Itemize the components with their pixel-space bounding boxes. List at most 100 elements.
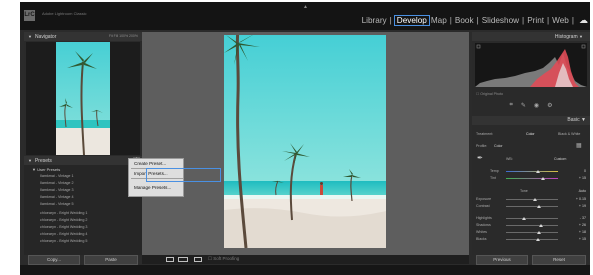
module-slideshow[interactable]: Slideshow — [481, 16, 520, 25]
previous-button[interactable]: Previous — [476, 255, 528, 265]
main-photo — [224, 35, 386, 248]
preset-item[interactable]: Ilamkmai - Vintage 4 — [40, 195, 74, 199]
module-map[interactable]: Map — [430, 16, 448, 25]
tint-value[interactable]: + 15 — [579, 176, 586, 180]
compare-icon[interactable] — [194, 257, 202, 262]
module-print[interactable]: Print — [526, 16, 545, 25]
module-web[interactable]: Web — [551, 16, 570, 25]
presets-header[interactable]: ▼Presets + — [24, 156, 142, 165]
presets-title: Presets — [34, 158, 52, 164]
profile-label: Profile: — [476, 144, 488, 148]
blacks-label: Blacks — [476, 237, 487, 241]
shadows-value[interactable]: + 26 — [579, 223, 586, 227]
reset-button[interactable]: Reset — [532, 255, 586, 265]
basic-title: Basic — [567, 117, 580, 123]
wb-label: WB: — [506, 157, 513, 161]
toolbar: ☐ Soft Proofing — [142, 255, 469, 264]
original-photo-checkbox[interactable]: ☐ Original Photo — [476, 92, 503, 96]
wb-select[interactable]: Custom — [554, 157, 566, 161]
profile-select[interactable]: Color — [494, 144, 503, 148]
preset-item[interactable]: chloearyn - Bright Wedding 5 — [40, 239, 88, 243]
module-library[interactable]: Library — [361, 16, 388, 25]
histogram[interactable] — [475, 43, 587, 87]
blacks-slider-knob[interactable] — [536, 237, 540, 241]
temp-slider[interactable] — [506, 169, 558, 173]
image-canvas[interactable] — [142, 32, 469, 255]
preset-item[interactable]: Ilamkmai - Vintage 2 — [40, 181, 74, 185]
tint-slider[interactable] — [506, 176, 558, 180]
temp-slider-knob[interactable] — [536, 169, 540, 173]
contrast-slider[interactable] — [506, 204, 558, 208]
contrast-slider-knob[interactable] — [537, 204, 541, 208]
highlights-value[interactable]: - 37 — [580, 216, 586, 220]
copy-button[interactable]: Copy... — [28, 255, 80, 265]
highlights-slider-knob[interactable] — [522, 216, 526, 220]
exposure-slider-knob[interactable] — [533, 197, 537, 201]
beach-photo — [224, 35, 386, 248]
spot-removal-icon[interactable]: ✎ — [521, 102, 526, 109]
preset-item[interactable]: Ilamkmai - Vintage 3 — [40, 188, 74, 192]
presets-list: ▼ User Presets Ilamkmai - Vintage 1 Ilam… — [24, 165, 142, 255]
preset-item[interactable]: chloearyn - Bright Wedding 1 — [40, 211, 88, 215]
filmstrip-bar[interactable] — [20, 265, 590, 275]
histogram-title: Histogram — [554, 34, 578, 40]
shadows-slider-knob[interactable] — [539, 223, 543, 227]
navigator-preview[interactable] — [26, 42, 140, 155]
preset-item[interactable]: chloearyn - Bright Wedding 3 — [40, 225, 88, 229]
top-bar: LrC Adobe Lightroom Classic ▲ Library | … — [20, 2, 590, 30]
expand-triangle-icon: ▼ — [579, 34, 583, 39]
before-after-icon[interactable] — [178, 257, 188, 262]
white-balance-picker-icon[interactable]: ✒ — [477, 154, 483, 162]
preset-item[interactable]: chloearyn - Bright Wedding 4 — [40, 232, 88, 236]
preset-item[interactable]: chloearyn - Bright Wedding 2 — [40, 218, 88, 222]
menu-manage-presets[interactable]: Manage Presets... — [134, 185, 171, 190]
highlights-label: Highlights — [476, 216, 492, 220]
temp-value[interactable]: 0 — [584, 169, 586, 173]
histogram-header[interactable]: Histogram ▼ — [472, 32, 590, 41]
masking-icon[interactable]: ⚙ — [547, 102, 552, 109]
preset-folder-user[interactable]: ▼ User Presets — [32, 167, 60, 172]
shadows-label: Shadows — [476, 223, 491, 227]
crop-tool-icon[interactable]: ⌗ — [509, 102, 512, 109]
profile-browser-icon[interactable]: ▦ — [576, 142, 582, 149]
soft-proofing-label: Soft Proofing — [213, 256, 240, 261]
app-logo: LrC — [24, 10, 35, 21]
contrast-label: Contrast — [476, 204, 490, 208]
contrast-value[interactable]: + 19 — [579, 204, 586, 208]
blacks-value[interactable]: + 15 — [579, 237, 586, 241]
shadows-slider[interactable] — [506, 223, 558, 227]
module-book[interactable]: Book — [454, 16, 475, 25]
import-presets-highlight — [146, 168, 221, 182]
red-eye-icon[interactable]: ◉ — [534, 102, 539, 109]
highlights-slider[interactable] — [506, 216, 558, 220]
blacks-slider[interactable] — [506, 237, 558, 241]
lightroom-window: LrC Adobe Lightroom Classic ▲ Library | … — [20, 2, 590, 275]
whites-slider[interactable] — [506, 230, 558, 234]
whites-value[interactable]: + 18 — [579, 230, 586, 234]
exposure-slider[interactable] — [506, 197, 558, 201]
loupe-view-icon[interactable] — [166, 257, 174, 262]
basic-header[interactable]: Basic ▼ — [472, 116, 590, 125]
soft-proofing-checkbox[interactable]: ☐ Soft Proofing — [208, 256, 239, 262]
paste-button[interactable]: Paste — [84, 255, 138, 265]
tint-label: Tint — [490, 176, 496, 180]
collapse-top-panel-icon[interactable]: ▲ — [303, 4, 308, 10]
navigator-header[interactable]: ▼ Navigator Fit Fill 100% 200% — [24, 32, 142, 41]
right-panel: Histogram ▼ ☐ Original Photo ⌗ ✎ ◉ ⚙ Bas… — [472, 32, 590, 255]
preset-item[interactable]: Ilamkmai - Vintage 5 — [40, 202, 74, 206]
menu-create-preset[interactable]: Create Preset... — [134, 161, 166, 166]
original-photo-label: Original Photo — [480, 92, 504, 96]
treatment-color[interactable]: Color — [526, 132, 535, 136]
cloud-sync-icon[interactable]: ☁ — [576, 15, 588, 26]
temp-label: Temp — [490, 169, 499, 173]
preset-item[interactable]: Ilamkmai - Vintage 1 — [40, 174, 74, 178]
exposure-value[interactable]: + 0.15 — [576, 197, 586, 201]
module-develop[interactable]: Develop — [393, 14, 430, 26]
treatment-bw[interactable]: Black & White — [558, 132, 580, 136]
tint-slider-knob[interactable] — [541, 176, 545, 180]
preset-folder-label: User Presets — [37, 167, 61, 172]
auto-tone-button[interactable]: Auto — [579, 189, 586, 193]
navigator-title: Navigator — [34, 34, 57, 40]
whites-slider-knob[interactable] — [537, 230, 541, 234]
navigator-zoom-options[interactable]: Fit Fill 100% 200% — [109, 32, 138, 41]
